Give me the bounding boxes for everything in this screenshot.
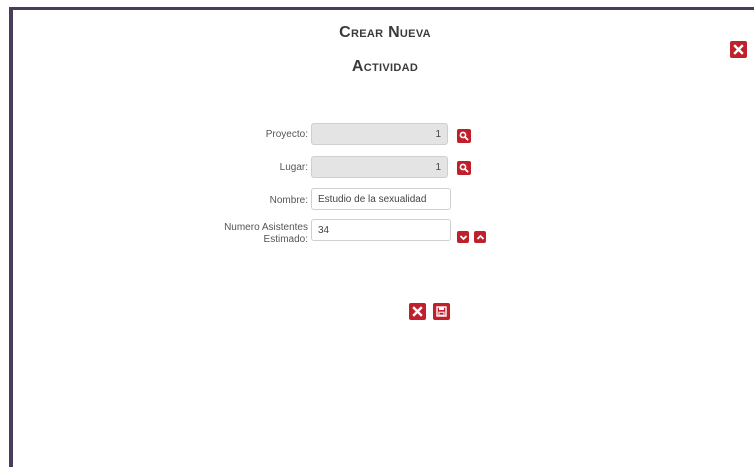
lugar-label: Lugar: <box>279 162 308 173</box>
chevron-down-icon <box>459 234 467 240</box>
top-strip <box>0 0 754 7</box>
chevron-up-icon <box>476 234 484 240</box>
asistentes-label-line1: Numero Asistentes <box>224 222 308 233</box>
close-icon <box>412 306 423 317</box>
proyecto-search-button[interactable] <box>457 129 471 143</box>
proyecto-label: Proyecto: <box>265 129 308 140</box>
lugar-search-button[interactable] <box>457 161 471 175</box>
search-icon <box>459 163 469 173</box>
decrement-button[interactable] <box>457 231 469 243</box>
cancel-button[interactable] <box>409 303 426 320</box>
asistentes-field[interactable] <box>311 219 451 241</box>
search-icon <box>459 131 469 141</box>
window-left-border <box>9 8 13 467</box>
save-button[interactable] <box>433 303 450 320</box>
dialog-title-line2: Actividad <box>351 58 419 75</box>
dialog-title-line1: Crear Nueva <box>339 24 431 41</box>
close-dialog-button[interactable] <box>730 41 747 58</box>
nombre-field[interactable] <box>311 188 451 210</box>
proyecto-field[interactable] <box>311 123 448 145</box>
close-icon <box>733 44 744 55</box>
window-top-border <box>9 7 754 10</box>
dialog-window: Crear Nueva Actividad Proyecto: Lugar: N… <box>0 0 754 467</box>
asistentes-label-line2: Estimado: <box>263 234 308 245</box>
save-icon <box>436 306 447 317</box>
lugar-field[interactable] <box>311 156 448 178</box>
nombre-label: Nombre: <box>269 195 308 206</box>
increment-button[interactable] <box>474 231 486 243</box>
asistentes-label: Numero Asistentes Estimado: <box>198 222 308 246</box>
